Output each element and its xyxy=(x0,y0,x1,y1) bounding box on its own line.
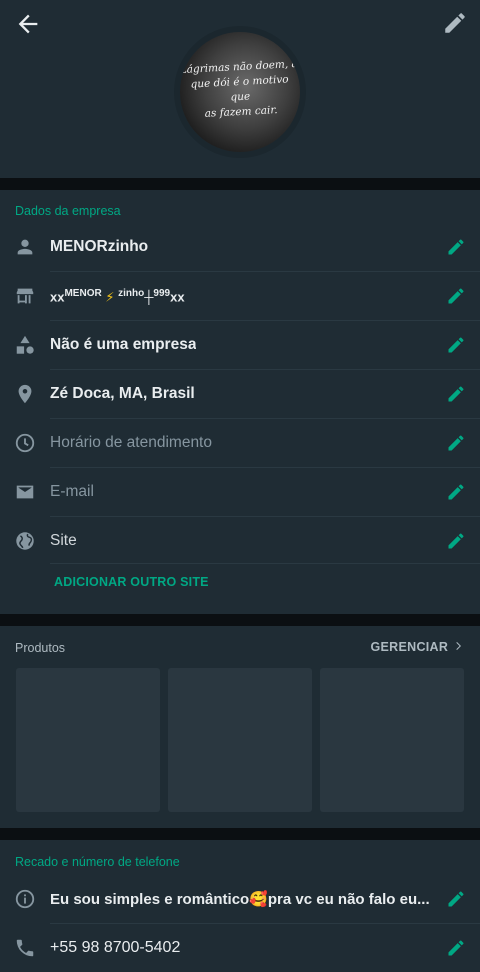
arrow-left-icon[interactable] xyxy=(14,10,42,38)
category-row[interactable]: Não é uma empresa xyxy=(0,321,480,370)
chevron-right-icon xyxy=(456,642,461,650)
clock-icon xyxy=(15,433,35,453)
divider xyxy=(50,563,480,564)
email-row[interactable]: E-mail xyxy=(0,468,480,517)
add-website-button[interactable]: ADICIONAR OUTRO SITE xyxy=(54,575,209,589)
globe-icon xyxy=(16,532,34,550)
pencil-icon[interactable] xyxy=(446,237,466,257)
category: Não é uma empresa xyxy=(50,336,197,353)
category-icon xyxy=(16,335,34,354)
phone-icon xyxy=(16,939,34,957)
phone-row[interactable]: +55 98 8700-5402 xyxy=(0,924,480,972)
product-thumbnail[interactable] xyxy=(168,668,312,812)
store-name: xxMENOR ⚡ zinho┼999xx xyxy=(50,288,185,305)
location-row[interactable]: Zé Doca, MA, Brasil xyxy=(0,370,480,419)
about-row[interactable]: Eu sou simples e romântico🥰pra vc eu não… xyxy=(0,875,480,924)
product-thumbnail[interactable] xyxy=(320,668,464,812)
person-icon xyxy=(17,239,33,255)
avatar[interactable]: Lágrimas não doem, a que dói é o motivo … xyxy=(180,32,300,152)
about-section-title: Recado e número de telefone xyxy=(15,855,180,869)
pencil-icon[interactable] xyxy=(442,10,468,36)
email: E-mail xyxy=(50,483,94,500)
about-text: Eu sou simples e romântico🥰pra vc eu não… xyxy=(50,891,430,908)
store-name-row[interactable]: xxMENOR ⚡ zinho┼999xx xyxy=(0,272,480,321)
business-name: MENORzinho xyxy=(50,238,149,255)
info-icon xyxy=(15,889,35,909)
website-row[interactable]: Site xyxy=(0,517,480,566)
business-name-row[interactable]: MENORzinho xyxy=(0,223,480,272)
mail-icon xyxy=(16,485,34,499)
pencil-icon[interactable] xyxy=(446,335,466,355)
pencil-icon[interactable] xyxy=(446,482,466,502)
profile-header: Lágrimas não doem, a que dói é o motivo … xyxy=(0,0,480,178)
location: Zé Doca, MA, Brasil xyxy=(50,385,195,402)
website: Site xyxy=(50,532,77,549)
pencil-icon[interactable] xyxy=(446,889,466,909)
location-pin-icon xyxy=(18,384,32,404)
manage-products-button[interactable]: GERENCIAR xyxy=(371,640,465,654)
pencil-icon[interactable] xyxy=(446,433,466,453)
store-icon xyxy=(16,288,34,304)
product-thumbnail[interactable] xyxy=(16,668,160,812)
business-hours-row[interactable]: Horário de atendimento xyxy=(0,419,480,468)
pencil-icon[interactable] xyxy=(446,938,466,958)
pencil-icon[interactable] xyxy=(446,531,466,551)
products-title: Produtos xyxy=(15,641,66,655)
avatar-caption: Lágrimas não doem, a que dói é o motivo … xyxy=(180,57,299,120)
pencil-icon[interactable] xyxy=(446,286,466,306)
business-section-title: Dados da empresa xyxy=(15,204,121,218)
phone-number: +55 98 8700-5402 xyxy=(50,939,181,956)
pencil-icon[interactable] xyxy=(446,384,466,404)
business-hours: Horário de atendimento xyxy=(50,434,212,451)
